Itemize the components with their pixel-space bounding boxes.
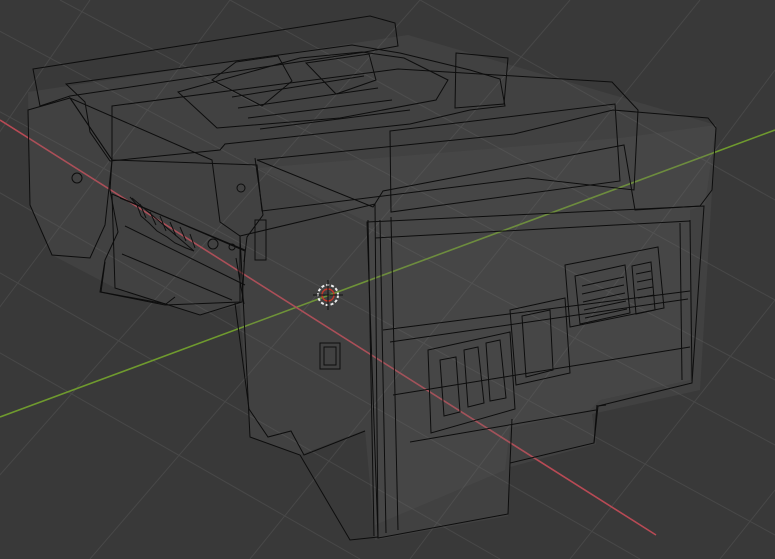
3d-viewport[interactable] [0,0,775,559]
viewport-canvas[interactable] [0,0,775,559]
